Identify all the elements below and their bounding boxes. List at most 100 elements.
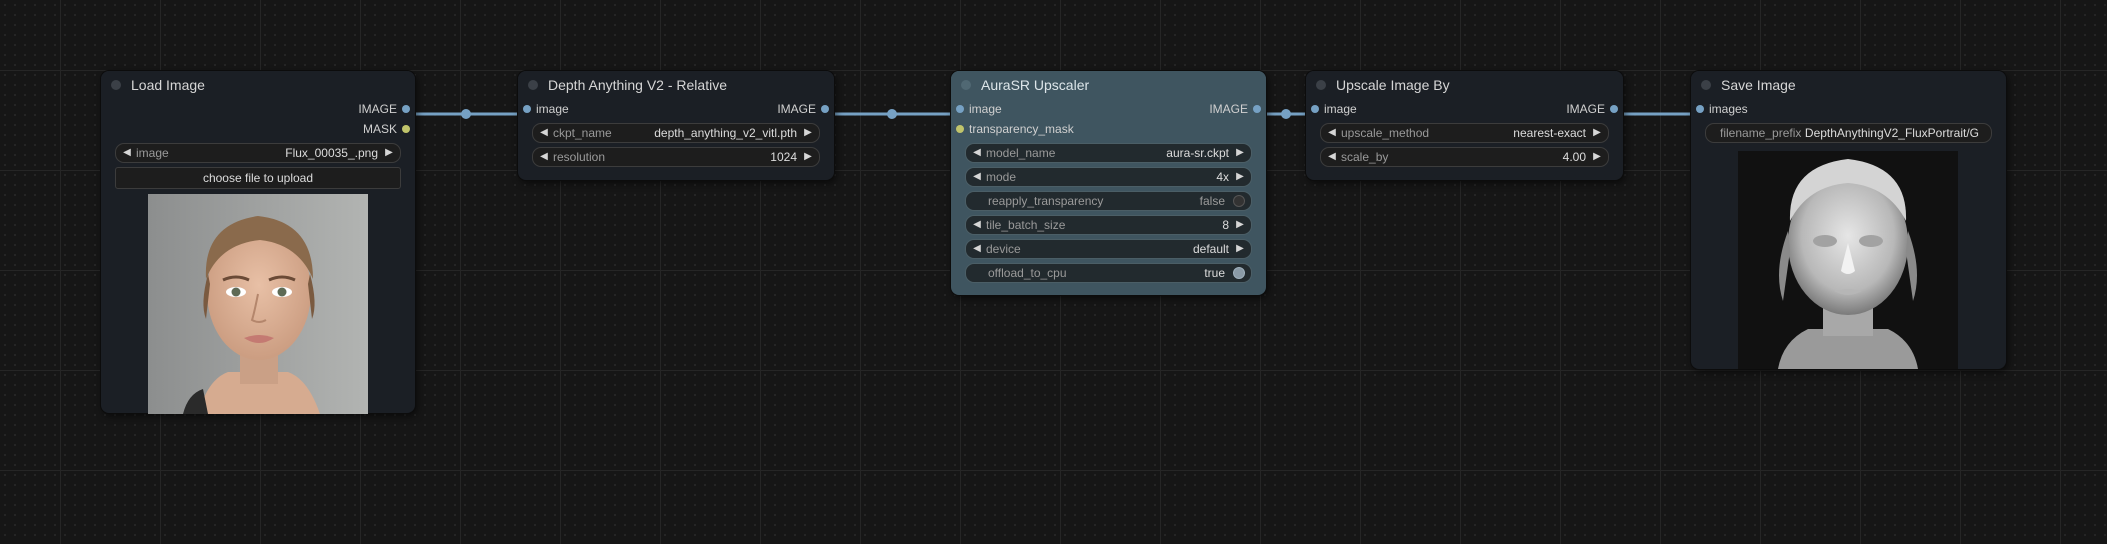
arrow-right-icon[interactable]: ▶	[1235, 144, 1245, 162]
node-title-text: Depth Anything V2 - Relative	[548, 77, 727, 93]
widget-name: scale_by	[1341, 150, 1389, 164]
arrow-left-icon[interactable]: ◀	[972, 240, 982, 258]
slot-row[interactable]: images	[1691, 99, 2006, 119]
widget-value: depth_anything_v2_vitl.pth	[654, 126, 797, 140]
widget-name: ckpt_name	[553, 126, 612, 140]
arrow-left-icon[interactable]: ◀	[1327, 124, 1337, 142]
slot-row[interactable]: image IMAGE	[951, 99, 1266, 119]
tile-batch-size-widget[interactable]: ◀ tile_batch_size 8 ▶	[965, 215, 1252, 235]
mode-widget[interactable]: ◀ mode 4x ▶	[965, 167, 1252, 187]
upscale-method-widget[interactable]: ◀ upscale_method nearest-exact ▶	[1320, 123, 1609, 143]
image-combo-widget[interactable]: ◀ image Flux_00035_.png ▶	[115, 143, 401, 163]
output-dot-icon[interactable]	[1610, 105, 1618, 113]
upscale-image-by-node[interactable]: Upscale Image By image IMAGE ◀ upscale_m…	[1306, 71, 1623, 180]
scale-by-widget[interactable]: ◀ scale_by 4.00 ▶	[1320, 147, 1609, 167]
widget-name: offload_to_cpu	[988, 266, 1067, 280]
arrow-left-icon[interactable]: ◀	[972, 216, 982, 234]
widget-value: 4x	[1216, 170, 1229, 184]
link-midpoint	[1281, 109, 1291, 119]
toggle-off-icon[interactable]	[1233, 195, 1245, 207]
widget-value: 1024	[770, 150, 797, 164]
aurasr-upscaler-node[interactable]: AuraSR Upscaler image IMAGE transparency…	[951, 71, 1266, 295]
arrow-left-icon[interactable]: ◀	[972, 168, 982, 186]
device-widget[interactable]: ◀ device default ▶	[965, 239, 1252, 259]
node-title-text: Load Image	[131, 77, 205, 93]
save-image-node[interactable]: Save Image images filename_prefix DepthA…	[1691, 71, 2006, 369]
widget-name: image	[136, 146, 169, 160]
widget-name: filename_prefix	[1720, 126, 1802, 140]
image-preview	[148, 194, 368, 414]
widget-value: DepthAnythingV2_FluxPortrait/G	[1802, 124, 1979, 142]
widget-value: 8	[1222, 218, 1229, 232]
slot-label: image	[536, 102, 569, 116]
portrait-image	[148, 194, 368, 414]
output-dot-icon[interactable]	[402, 105, 410, 113]
slot-row[interactable]: image IMAGE	[1306, 99, 1623, 119]
node-title-text: Upscale Image By	[1336, 77, 1450, 93]
collapse-dot-icon[interactable]	[1316, 80, 1326, 90]
model-name-widget[interactable]: ◀ model_name aura-sr.ckpt ▶	[965, 143, 1252, 163]
input-dot-icon[interactable]	[1696, 105, 1704, 113]
widget-name: reapply_transparency	[988, 194, 1104, 208]
arrow-right-icon[interactable]: ▶	[803, 124, 813, 142]
arrow-right-icon[interactable]: ▶	[803, 148, 813, 166]
input-dot-icon[interactable]	[956, 125, 964, 133]
node-title[interactable]: Depth Anything V2 - Relative	[518, 71, 834, 99]
arrow-left-icon[interactable]: ◀	[122, 144, 132, 162]
output-dot-icon[interactable]	[402, 125, 410, 133]
output-dot-icon[interactable]	[1253, 105, 1261, 113]
widget-name: tile_batch_size	[986, 218, 1066, 232]
slot-label: images	[1709, 102, 1748, 116]
offload-to-cpu-toggle[interactable]: offload_to_cpu true	[965, 263, 1252, 283]
output-dot-icon[interactable]	[821, 105, 829, 113]
node-title[interactable]: AuraSR Upscaler	[951, 71, 1266, 99]
node-title[interactable]: Save Image	[1691, 71, 2006, 99]
upload-button[interactable]: choose file to upload	[115, 167, 401, 189]
toggle-on-icon[interactable]	[1233, 267, 1245, 279]
node-title[interactable]: Upscale Image By	[1306, 71, 1623, 99]
input-dot-icon[interactable]	[523, 105, 531, 113]
arrow-right-icon[interactable]: ▶	[1592, 124, 1602, 142]
link-midpoint	[461, 109, 471, 119]
arrow-right-icon[interactable]: ▶	[1235, 168, 1245, 186]
slot-label: IMAGE	[1209, 102, 1248, 116]
output-slot-image[interactable]: IMAGE	[101, 99, 415, 119]
image-preview	[1738, 151, 1958, 369]
arrow-left-icon[interactable]: ◀	[1327, 148, 1337, 166]
collapse-dot-icon[interactable]	[528, 80, 538, 90]
resolution-widget[interactable]: ◀ resolution 1024 ▶	[532, 147, 820, 167]
collapse-dot-icon[interactable]	[111, 80, 121, 90]
slot-row[interactable]: image IMAGE	[518, 99, 834, 119]
link-midpoint	[887, 109, 897, 119]
arrow-left-icon[interactable]: ◀	[539, 148, 549, 166]
node-title-text: AuraSR Upscaler	[981, 77, 1090, 93]
widget-value: aura-sr.ckpt	[1166, 146, 1229, 160]
widget-value: true	[1204, 266, 1225, 280]
output-slot-mask[interactable]: MASK	[101, 119, 415, 139]
node-title-text: Save Image	[1721, 77, 1796, 93]
arrow-left-icon[interactable]: ◀	[539, 124, 549, 142]
widget-value: false	[1199, 194, 1225, 208]
input-dot-icon[interactable]	[956, 105, 964, 113]
slot-label: image	[1324, 102, 1357, 116]
arrow-left-icon[interactable]: ◀	[972, 144, 982, 162]
node-title[interactable]: Load Image	[101, 71, 415, 99]
reapply-transparency-toggle[interactable]: reapply_transparency false	[965, 191, 1252, 211]
slot-row-transparency-mask[interactable]: transparency_mask	[951, 119, 1266, 139]
filename-prefix-field[interactable]: filename_prefix DepthAnythingV2_FluxPort…	[1705, 123, 1992, 143]
ckpt-name-widget[interactable]: ◀ ckpt_name depth_anything_v2_vitl.pth ▶	[532, 123, 820, 143]
arrow-right-icon[interactable]: ▶	[384, 144, 394, 162]
widget-value: Flux_00035_.png	[285, 146, 378, 160]
arrow-right-icon[interactable]: ▶	[1235, 216, 1245, 234]
collapse-dot-icon[interactable]	[961, 80, 971, 90]
depth-anything-node[interactable]: Depth Anything V2 - Relative image IMAGE…	[518, 71, 834, 180]
input-dot-icon[interactable]	[1311, 105, 1319, 113]
widget-name: upscale_method	[1341, 126, 1430, 140]
widget-name: resolution	[553, 150, 606, 164]
arrow-right-icon[interactable]: ▶	[1592, 148, 1602, 166]
slot-label: transparency_mask	[969, 122, 1074, 136]
arrow-right-icon[interactable]: ▶	[1235, 240, 1245, 258]
slot-label: IMAGE	[358, 102, 397, 116]
load-image-node[interactable]: Load Image IMAGE MASK ◀ image Flux_00035…	[101, 71, 415, 414]
collapse-dot-icon[interactable]	[1701, 80, 1711, 90]
